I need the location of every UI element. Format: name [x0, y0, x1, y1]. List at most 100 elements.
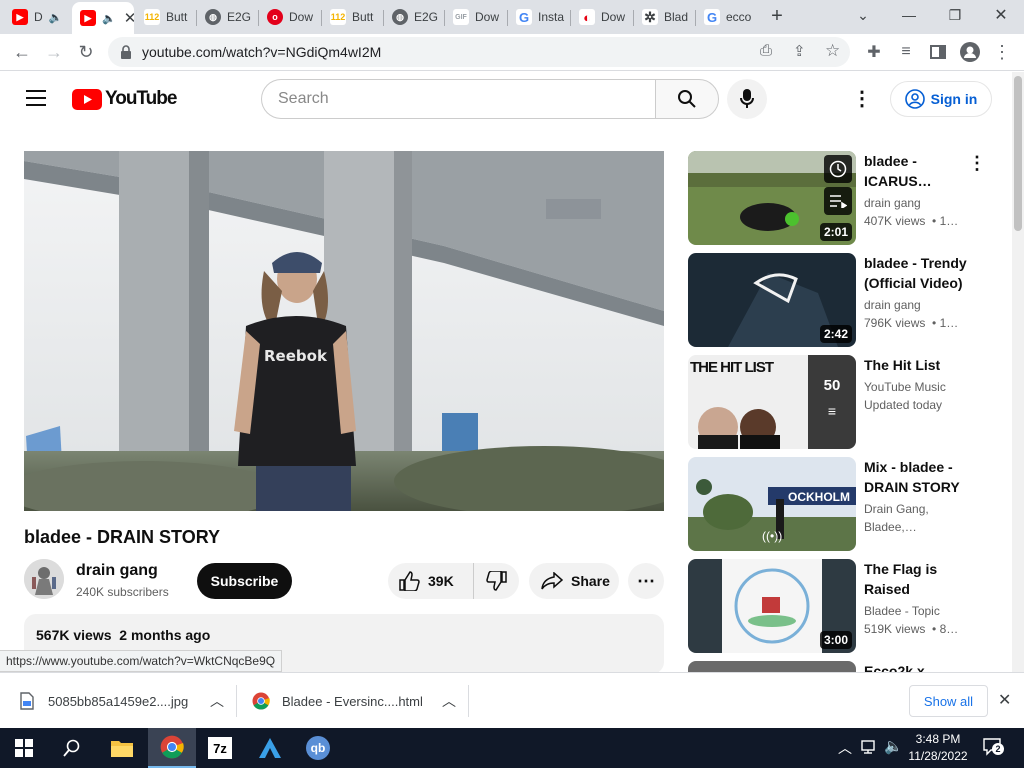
video-thumbnail[interactable] [688, 661, 856, 672]
side-panel-icon[interactable] [924, 38, 952, 66]
close-window-button[interactable]: ✕ [978, 0, 1024, 30]
more-actions-button[interactable]: ⋯ [628, 563, 664, 599]
profile-avatar[interactable] [956, 38, 984, 66]
tab-dow-3[interactable]: ◐ Dow [571, 4, 633, 30]
search-icon [63, 739, 80, 757]
watch-later-icon[interactable] [824, 155, 852, 183]
forward-button[interactable]: → [40, 38, 68, 66]
playlist-thumbnail[interactable]: THE HIT LIST 50 ≡ [688, 355, 856, 449]
close-downloads-bar-icon[interactable]: ✕ [998, 690, 1011, 710]
voice-search-button[interactable] [727, 79, 767, 119]
7zip-button[interactable]: 7z [196, 728, 244, 768]
video-player[interactable]: Reebok [24, 151, 664, 511]
title-line: Mix - bladee - [864, 459, 953, 475]
tab-e2g-1[interactable]: ◍ E2G [197, 4, 257, 30]
install-app-icon[interactable]: ⎙ [760, 42, 772, 59]
video-thumbnail[interactable]: 2:01 [688, 151, 856, 245]
bookmark-star-icon[interactable]: ☆ [825, 41, 840, 61]
restore-button[interactable]: ❐ [932, 0, 978, 30]
112-icon: 112 [330, 9, 346, 25]
file-explorer-button[interactable] [98, 728, 146, 768]
channel-avatar[interactable] [24, 559, 64, 599]
112-icon: 112 [144, 9, 160, 25]
dislike-button[interactable] [474, 563, 519, 599]
tab-label: E2G [227, 10, 252, 24]
chrome-taskbar-button[interactable] [148, 728, 196, 768]
chevron-up-icon[interactable]: ︿ [442, 691, 456, 711]
page-scrollbar[interactable] [1012, 72, 1024, 672]
scrollbar-thumb[interactable] [1014, 76, 1022, 231]
show-all-downloads-button[interactable]: Show all [909, 685, 988, 717]
microphone-icon [740, 89, 754, 108]
tab-e2g-2[interactable]: ◍ E2G [384, 4, 444, 30]
network-icon[interactable] [861, 739, 879, 758]
media-control-icon[interactable]: ≡ [892, 38, 920, 66]
duration-badge: 2:42 [819, 325, 852, 343]
youtube-logo-text: YouTube [105, 88, 177, 109]
tab-search-chevron-icon[interactable]: ⌄ [840, 0, 886, 30]
new-tab-button[interactable]: + [766, 5, 788, 27]
recommendation-card[interactable]: 3:00 The Flag is Raised Bladee - Topic 5… [688, 559, 988, 653]
thumbnail-text: THE HIT LIST [690, 359, 774, 376]
like-button[interactable]: 39K [388, 563, 474, 599]
youtube-logo-icon [72, 88, 102, 110]
tab-insta[interactable]: G Insta [508, 4, 570, 30]
download-filename: 5085bb85a1459e2....jpg [48, 693, 189, 709]
tab-dow-1[interactable]: o Dow [259, 4, 321, 30]
recommendation-card[interactable]: 2:01 bladee - ICARUS… drain gang 407K vi… [688, 151, 988, 245]
add-to-queue-icon[interactable] [824, 187, 852, 215]
extensions-icon[interactable]: ✚ [860, 38, 888, 66]
mix-thumbnail[interactable]: OCKHOLM ((•)) [688, 457, 856, 551]
tab-label: E2G [414, 10, 439, 24]
tab-butt-2[interactable]: 112 Butt [322, 4, 382, 30]
search-button[interactable] [655, 79, 719, 119]
show-hidden-icons-chevron[interactable]: ︿ [838, 738, 852, 758]
close-tab-icon[interactable]: ✕ [124, 9, 134, 27]
chrome-menu-icon[interactable]: ⋮ [988, 38, 1016, 66]
taskbar-search-button[interactable] [48, 728, 96, 768]
qbittorrent-button[interactable]: qb [294, 728, 342, 768]
video-frame-image: Reebok [24, 151, 664, 511]
settings-more-icon[interactable]: ⋮ [850, 86, 874, 114]
minimize-button[interactable]: — [886, 0, 932, 30]
system-clock[interactable]: 3:48 PM 11/28/2022 [900, 731, 976, 765]
tab-label: Butt [352, 10, 374, 24]
gif-icon: GIF [453, 9, 469, 25]
download-item[interactable]: 5085bb85a1459e2....jpg ︿ [20, 673, 234, 729]
video-thumbnail[interactable]: 2:42 [688, 253, 856, 347]
reload-button[interactable]: ↻ [72, 38, 100, 66]
recommendation-channel: Drain Gang, [864, 502, 929, 516]
recommendation-card[interactable]: 2:42 bladee - Trendy (Official Video) dr… [688, 253, 988, 347]
tab-youtube-active[interactable]: ▶ 🔈 ✕ [72, 2, 134, 34]
search-input[interactable]: Search [261, 79, 656, 119]
recommendation-card[interactable]: OCKHOLM ((•)) Mix - bladee - DRAIN STORY… [688, 457, 988, 551]
subscribe-button[interactable]: Subscribe [197, 563, 292, 599]
download-item[interactable]: Bladee - Eversinc....html ︿ [252, 673, 466, 729]
tab-blad[interactable]: ✲ Blad [634, 4, 694, 30]
more-horizontal-icon: ⋯ [637, 570, 655, 591]
tab-butt-1[interactable]: 112 Butt [136, 4, 196, 30]
recommendation-card[interactable]: THE HIT LIST 50 ≡ The Hit List YouTube M… [688, 355, 988, 449]
share-page-icon[interactable]: ⇪ [793, 42, 806, 60]
a-app-button[interactable] [246, 728, 294, 768]
notification-center-button[interactable]: 2 [982, 737, 1004, 760]
start-button[interactable] [0, 728, 48, 768]
share-button[interactable]: Share [529, 563, 619, 599]
thumbs-down-icon [485, 571, 507, 591]
tab-youtube-1[interactable]: ▶ D 🔈 [4, 4, 72, 30]
action-menu-icon[interactable]: ⋮ [968, 153, 986, 174]
lock-icon[interactable] [120, 45, 132, 59]
video-thumbnail[interactable]: 3:00 [688, 559, 856, 653]
sign-in-button[interactable]: Sign in [890, 81, 992, 117]
downloads-bar: 5085bb85a1459e2....jpg ︿ Bladee - Eversi… [0, 672, 1024, 728]
channel-name[interactable]: drain gang [76, 562, 158, 580]
download-filename: Bladee - Eversinc....html [282, 693, 423, 709]
address-bar[interactable]: youtube.com/watch?v=NGdiQm4wI2M ⎙ ⇪ ☆ [108, 37, 850, 67]
tab-dow-2[interactable]: GIF Dow [445, 4, 507, 30]
chevron-up-icon[interactable]: ︿ [210, 691, 224, 711]
youtube-logo[interactable]: YouTube [72, 88, 177, 110]
tab-ecco[interactable]: G ecco [696, 4, 756, 30]
back-button[interactable]: ← [8, 38, 36, 66]
hamburger-menu-icon[interactable] [26, 90, 46, 106]
recommendation-card[interactable]: Ecco2k x [688, 661, 988, 672]
